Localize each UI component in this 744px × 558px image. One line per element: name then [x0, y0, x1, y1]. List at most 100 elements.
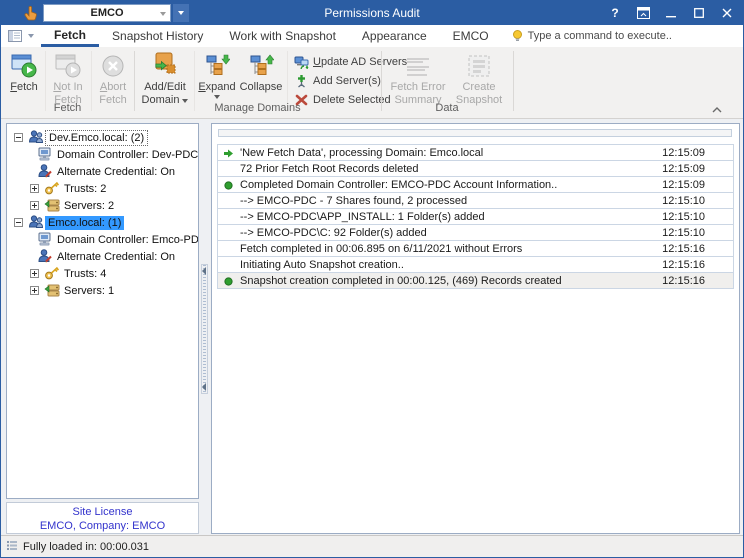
log-row[interactable]: --> EMCO-PDC - 7 Shares found, 2 process… — [217, 192, 734, 209]
fetch-button-label: Fetch — [10, 81, 38, 94]
tree-node-dev-domain[interactable]: Dev.Emco.local: (2) — [7, 129, 198, 146]
add-servers-icon — [294, 74, 309, 88]
log-row[interactable]: 'New Fetch Data', processing Domain: Emc… — [217, 144, 734, 161]
trusts-key-icon — [44, 180, 60, 196]
fetch-icon — [10, 49, 38, 79]
collapse-icon — [248, 49, 274, 79]
credential-icon — [37, 248, 53, 264]
collapse-ribbon-button[interactable] — [711, 101, 725, 113]
log-row-text: --> EMCO-PDC - 7 Shares found, 2 process… — [240, 195, 467, 207]
command-search[interactable]: Type a command to execute.. — [512, 25, 672, 47]
app-window: EMCO Permissions Audit ? — [0, 0, 744, 558]
servers-icon — [44, 282, 60, 298]
log-row[interactable]: Completed Domain Controller: EMCO-PDC Ac… — [217, 176, 734, 193]
collapse-box-icon[interactable] — [14, 133, 23, 142]
log-row-selected[interactable]: Snapshot creation completed in 00:00.125… — [217, 272, 734, 289]
expand-box-icon[interactable] — [30, 201, 39, 210]
expand-box-icon[interactable] — [30, 184, 39, 193]
status-bar: Fully loaded in: 00:00.031 — [1, 535, 743, 557]
minimize-button[interactable] — [657, 1, 685, 25]
tree-item-emco-trusts[interactable]: Trusts: 4 — [7, 265, 198, 282]
collapse-button-label: Collapse — [240, 81, 283, 94]
log-row[interactable]: --> EMCO-PDC\APP_INSTALL: 1 Folder(s) ad… — [217, 208, 734, 225]
log-row-text: --> EMCO-PDC\C: 92 Folder(s) added — [240, 227, 427, 239]
ribbon: Fetch Not In Fetch Abort Fet — [1, 47, 743, 119]
tree-item-dev-domain-controller[interactable]: Domain Controller: Dev-PDC — [7, 146, 198, 163]
tree-item-emco-servers[interactable]: Servers: 1 — [7, 282, 198, 299]
expand-box-icon[interactable] — [30, 269, 39, 278]
tab-appearance[interactable]: Appearance — [349, 25, 440, 47]
tree-node-emco-domain[interactable]: Emco.local: (1) — [7, 214, 198, 231]
app-hand-icon[interactable] — [23, 5, 39, 21]
domains-tree-panel: Dev.Emco.local: (2) Domain Controller: D… — [6, 123, 199, 499]
tree-item-label[interactable]: Alternate Credential: On — [54, 250, 178, 264]
license-info-box: Site License EMCO, Company: EMCO — [6, 502, 199, 534]
ribbon-tab-row: Fetch Snapshot History Work with Snapsho… — [1, 25, 743, 47]
panel-splitter[interactable] — [201, 264, 208, 394]
log-row-time: 12:15:10 — [662, 211, 705, 223]
log-header-bar — [218, 129, 732, 137]
splitter-collapse-icon[interactable] — [202, 383, 206, 391]
quick-access-toolbar[interactable] — [1, 25, 41, 47]
add-servers-button[interactable]: Add Server(s) — [294, 72, 381, 89]
tree-item-label[interactable]: Domain Controller: Dev-PDC — [54, 148, 199, 162]
log-row[interactable]: --> EMCO-PDC\C: 92 Folder(s) added 12:15… — [217, 224, 734, 241]
ribbon-display-options-icon — [637, 7, 650, 19]
tab-fetch[interactable]: Fetch — [41, 25, 99, 47]
tree-item-dev-alternate-credential[interactable]: Alternate Credential: On — [7, 163, 198, 180]
license-type: Site License — [7, 505, 198, 519]
log-row-time: 12:15:09 — [662, 163, 705, 175]
tree-item-dev-trusts[interactable]: Trusts: 2 — [7, 180, 198, 197]
combo-arrow-icon — [160, 12, 166, 16]
tab-work-with-snapshot[interactable]: Work with Snapshot — [216, 25, 349, 47]
app-selector-value: EMCO — [91, 7, 124, 19]
tab-snapshot-history[interactable]: Snapshot History — [99, 25, 216, 47]
log-row-text: 'New Fetch Data', processing Domain: Emc… — [240, 147, 483, 159]
tree-item-emco-alternate-credential[interactable]: Alternate Credential: On — [7, 248, 198, 265]
splitter-collapse-icon[interactable] — [202, 267, 206, 275]
tree-item-label[interactable]: Servers: 1 — [61, 284, 117, 298]
tree-item-emco-domain-controller[interactable]: Domain Controller: Emco-PDC — [7, 231, 198, 248]
green-arrow-icon — [224, 149, 233, 158]
chevron-up-icon — [711, 106, 723, 114]
add-servers-label: Add Server(s) — [313, 75, 381, 87]
log-row-time: 12:15:16 — [662, 243, 705, 255]
ribbon-display-options-button[interactable] — [629, 1, 657, 25]
group-label-manage-domains: Manage Domains — [134, 102, 381, 114]
log-row[interactable]: 72 Prior Fetch Root Records deleted 12:1… — [217, 160, 734, 177]
tree-item-label[interactable]: Domain Controller: Emco-PDC — [54, 233, 199, 247]
log-row-text: Fetch completed in 00:06.895 on 6/11/202… — [240, 243, 522, 255]
minimize-icon — [666, 8, 676, 18]
tree-node-label[interactable]: Dev.Emco.local: (2) — [45, 130, 148, 146]
tree-node-label[interactable]: Emco.local: (1) — [45, 216, 124, 230]
tree-item-label[interactable]: Servers: 2 — [61, 199, 117, 213]
app-selector[interactable]: EMCO — [43, 4, 171, 22]
add-edit-domain-icon — [151, 49, 179, 79]
log-row[interactable]: Initiating Auto Snapshot creation.. 12:1… — [217, 256, 734, 273]
log-row-time: 12:15:16 — [662, 275, 705, 287]
help-button[interactable]: ? — [601, 1, 629, 25]
app-selector-dropdown-button[interactable] — [173, 4, 189, 22]
create-snapshot-icon — [466, 49, 492, 79]
abort-fetch-icon — [100, 49, 126, 79]
log-row-time: 12:15:10 — [662, 195, 705, 207]
maximize-button[interactable] — [685, 1, 713, 25]
tab-emco[interactable]: EMCO — [440, 25, 502, 47]
expand-box-icon[interactable] — [30, 286, 39, 295]
log-row-time: 12:15:10 — [662, 227, 705, 239]
quick-access-dropdown-icon — [28, 34, 34, 38]
expand-icon — [204, 49, 230, 79]
log-row-text: --> EMCO-PDC\APP_INSTALL: 1 Folder(s) ad… — [240, 211, 485, 223]
tree-item-dev-servers[interactable]: Servers: 2 — [7, 197, 198, 214]
log-row-time: 12:15:09 — [662, 179, 705, 191]
status-list-icon — [7, 540, 17, 553]
collapse-box-icon[interactable] — [14, 218, 23, 227]
tree-item-label[interactable]: Trusts: 4 — [61, 267, 109, 281]
log-row[interactable]: Fetch completed in 00:06.895 on 6/11/202… — [217, 240, 734, 257]
group-label-data: Data — [381, 102, 513, 114]
close-button[interactable] — [713, 1, 741, 25]
fetch-log-panel: 'New Fetch Data', processing Domain: Emc… — [211, 123, 740, 534]
green-dot-icon — [224, 181, 233, 190]
tree-item-label[interactable]: Trusts: 2 — [61, 182, 109, 196]
tree-item-label[interactable]: Alternate Credential: On — [54, 165, 178, 179]
